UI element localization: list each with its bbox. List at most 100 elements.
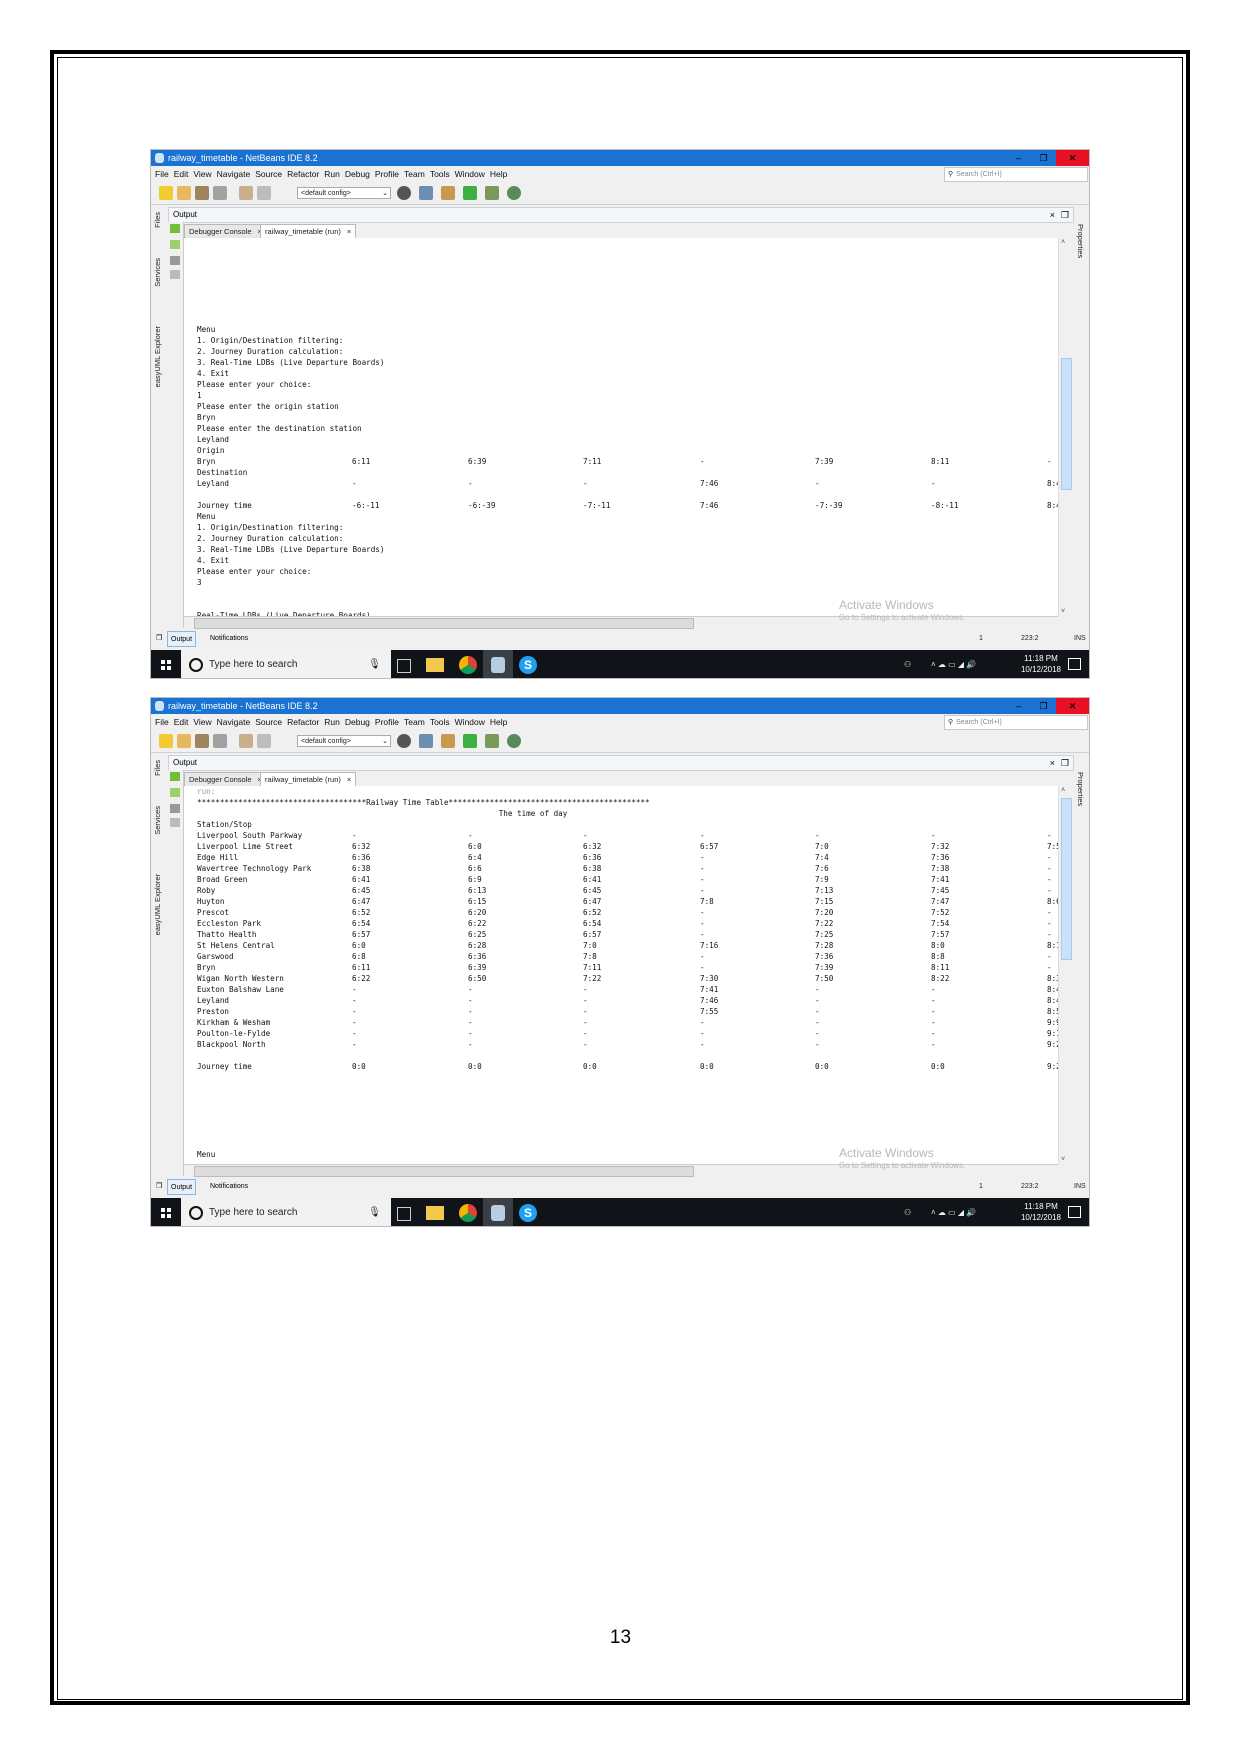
clean-build-icon[interactable]: [441, 186, 455, 200]
close-icon[interactable]: ×: [1050, 208, 1055, 222]
task-view-icon[interactable]: [397, 659, 411, 673]
menu-debug[interactable]: Debug: [345, 169, 370, 179]
rerun-icon[interactable]: [170, 772, 180, 781]
chrome-icon[interactable]: [459, 1204, 477, 1222]
vertical-scrollbar[interactable]: ˄ ˅: [1058, 238, 1072, 616]
open-project-icon[interactable]: [195, 186, 209, 200]
bottom-tab-output[interactable]: Output: [167, 631, 197, 647]
rerun-icon[interactable]: [170, 224, 180, 233]
task-view-icon[interactable]: [397, 1207, 411, 1221]
menu-view[interactable]: View: [193, 717, 211, 727]
settings-icon[interactable]: [170, 270, 180, 279]
taskbar-clock[interactable]: 11:18 PM 10/12/2018: [1021, 653, 1061, 675]
taskbar-clock[interactable]: 11:18 PM 10/12/2018: [1021, 1201, 1061, 1223]
menu-source[interactable]: Source: [255, 717, 282, 727]
close-icon[interactable]: ×: [1050, 756, 1055, 770]
new-project-icon[interactable]: [177, 734, 191, 748]
run-icon[interactable]: [463, 734, 477, 748]
browser-icon[interactable]: [397, 186, 411, 200]
side-tab-1[interactable]: Services: [153, 806, 162, 835]
tab-debugger-console[interactable]: Debugger Console×: [184, 224, 267, 238]
vertical-scrollbar[interactable]: ˄ ˅: [1058, 786, 1072, 1164]
scroll-thumb[interactable]: [1061, 358, 1072, 490]
scroll-thumb[interactable]: [194, 1166, 694, 1177]
stop-icon[interactable]: [170, 256, 180, 265]
bottom-tab-output[interactable]: Output: [167, 1179, 197, 1195]
microphone-icon[interactable]: 🎙: [368, 650, 381, 678]
people-icon[interactable]: ⚇: [904, 1198, 911, 1226]
windows-start-icon[interactable]: [151, 650, 181, 678]
tab-debugger-console[interactable]: Debugger Console×: [184, 772, 267, 786]
menu-window[interactable]: Window: [455, 169, 485, 179]
side-tab-2[interactable]: easyUML Explorer: [153, 874, 162, 935]
minimize-button[interactable]: –: [1006, 698, 1031, 714]
close-button[interactable]: ✕: [1056, 698, 1089, 714]
close-tab-icon[interactable]: ×: [347, 227, 351, 236]
tab-railway-timetable-run[interactable]: railway_timetable (run) ×: [260, 772, 357, 786]
menu-window[interactable]: Window: [455, 717, 485, 727]
menu-refactor[interactable]: Refactor: [287, 717, 319, 727]
new-file-icon[interactable]: [159, 186, 173, 200]
tray-icons[interactable]: ˄ ☁ ▭ ◢ 🔊: [931, 1198, 976, 1226]
maximize-button[interactable]: ❐: [1031, 150, 1056, 166]
side-tab-2[interactable]: easyUML Explorer: [153, 326, 162, 387]
side-tab-properties[interactable]: Properties: [1076, 772, 1085, 806]
browser-icon[interactable]: [397, 734, 411, 748]
settings-icon[interactable]: [170, 818, 180, 827]
new-file-icon[interactable]: [159, 734, 173, 748]
restore-icon[interactable]: ❐: [1061, 756, 1069, 770]
netbeans-taskbar-icon[interactable]: [483, 1198, 513, 1226]
maximize-button[interactable]: ❐: [1031, 698, 1056, 714]
new-project-icon[interactable]: [177, 186, 191, 200]
config-select[interactable]: <default config> ⌄: [297, 187, 391, 199]
scroll-thumb[interactable]: [194, 618, 694, 629]
side-tab-1[interactable]: Services: [153, 258, 162, 287]
debug-icon[interactable]: [485, 186, 499, 200]
notifications-count[interactable]: 1: [979, 630, 983, 647]
action-center-icon[interactable]: [1068, 1206, 1081, 1218]
menu-tools[interactable]: Tools: [430, 169, 450, 179]
redo-icon[interactable]: [257, 186, 271, 200]
menu-run[interactable]: Run: [324, 717, 340, 727]
tray-icons[interactable]: ˄ ☁ ▭ ◢ 🔊: [931, 650, 976, 678]
scroll-down-icon[interactable]: ˅: [1061, 608, 1065, 615]
console-output[interactable]: run: ************************************…: [184, 786, 1058, 1164]
menu-team[interactable]: Team: [404, 717, 425, 727]
open-project-icon[interactable]: [195, 734, 209, 748]
action-center-icon[interactable]: [1068, 658, 1081, 670]
restore-icon[interactable]: ❐: [1061, 208, 1069, 222]
menu-tools[interactable]: Tools: [430, 717, 450, 727]
close-project-icon[interactable]: [213, 734, 227, 748]
tab-railway-timetable-run[interactable]: railway_timetable (run) ×: [260, 224, 357, 238]
menu-navigate[interactable]: Navigate: [217, 717, 251, 727]
scroll-down-icon[interactable]: ˅: [1061, 1156, 1065, 1163]
file-explorer-icon[interactable]: [426, 1206, 444, 1220]
menu-edit[interactable]: Edit: [174, 717, 189, 727]
menu-help[interactable]: Help: [490, 717, 507, 727]
undo-icon[interactable]: [239, 734, 253, 748]
people-icon[interactable]: ⚇: [904, 650, 911, 678]
search-input[interactable]: ⚲ Search (Ctrl+I): [944, 167, 1088, 182]
clean-build-icon[interactable]: [441, 734, 455, 748]
menu-file[interactable]: File: [155, 717, 169, 727]
taskbar-search[interactable]: Type here to search 🎙: [181, 650, 391, 678]
redo-icon[interactable]: [257, 734, 271, 748]
bottom-tab-notifications[interactable]: Notifications: [207, 631, 251, 645]
menu-profile[interactable]: Profile: [375, 169, 399, 179]
profile-icon[interactable]: [507, 734, 521, 748]
debug-icon[interactable]: [485, 734, 499, 748]
run-icon[interactable]: [463, 186, 477, 200]
minimize-button[interactable]: –: [1006, 150, 1031, 166]
menu-navigate[interactable]: Navigate: [217, 169, 251, 179]
close-button[interactable]: ✕: [1056, 150, 1089, 166]
scroll-thumb[interactable]: [1061, 798, 1072, 960]
notifications-count[interactable]: 1: [979, 1178, 983, 1195]
netbeans-taskbar-icon[interactable]: [483, 650, 513, 678]
console-output[interactable]: Menu 1. Origin/Destination filtering: 2. J…: [184, 238, 1058, 616]
skype-icon[interactable]: S: [519, 656, 537, 674]
build-icon[interactable]: [419, 734, 433, 748]
file-explorer-icon[interactable]: [426, 658, 444, 672]
bottom-tab-notifications[interactable]: Notifications: [207, 1179, 251, 1193]
stop-icon[interactable]: [170, 804, 180, 813]
rerun-with-args-icon[interactable]: [170, 240, 180, 249]
